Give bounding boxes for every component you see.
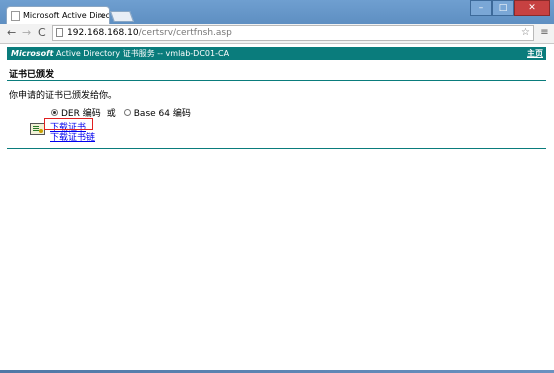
page-content: Microsoft Active Directory 证书服务 -- vmlab…	[0, 44, 554, 370]
close-window-button[interactable]: ✕	[514, 0, 550, 16]
page-title: 证书已颁发	[9, 70, 55, 80]
divider	[7, 148, 546, 149]
home-link[interactable]: 主页	[527, 47, 543, 60]
page-favicon-icon	[11, 11, 20, 21]
issued-message: 你申请的证书已颁发给你。	[9, 91, 118, 101]
maximize-button[interactable]: □	[492, 0, 514, 16]
minimize-button[interactable]: –	[470, 0, 492, 16]
certificate-icon	[30, 123, 45, 135]
browser-tab[interactable]: Microsoft Active Directo ×	[6, 6, 110, 24]
url-path: /certsrv/certfnsh.asp	[138, 28, 232, 38]
browser-toolbar: ← → C 192.168.168.10/certsrv/certfnsh.as…	[0, 24, 554, 44]
tab-title: Microsoft Active Directo	[23, 11, 110, 20]
bookmark-star-icon[interactable]: ☆	[521, 26, 530, 40]
forward-arrow-icon[interactable]: →	[22, 26, 31, 40]
highlight-box	[44, 118, 93, 130]
or-label: 或	[106, 109, 116, 119]
browser-title-bar: Microsoft Active Directo × – □ ✕	[0, 0, 554, 24]
certsrv-banner: Microsoft Active Directory 证书服务 -- vmlab…	[7, 47, 546, 60]
banner-service-name: Active Directory 证书服务 -- vmlab-DC01-CA	[53, 49, 230, 58]
base64-label: Base 64 编码	[133, 109, 191, 119]
banner-brand: Microsoft	[11, 49, 54, 58]
address-bar[interactable]: 192.168.168.10/certsrv/certfnsh.asp ☆	[52, 25, 534, 41]
back-arrow-icon[interactable]: ←	[7, 26, 16, 40]
url-host: 192.168.168.10	[67, 28, 139, 38]
download-certificate-chain-link[interactable]: 下载证书链	[50, 130, 95, 143]
reload-icon[interactable]: C	[38, 26, 46, 40]
divider	[7, 80, 546, 81]
base64-radio[interactable]	[123, 109, 131, 116]
page-icon	[56, 28, 63, 37]
window-controls: – □ ✕	[470, 0, 550, 18]
new-tab-button[interactable]	[109, 11, 135, 22]
banner-title: Microsoft Active Directory 证书服务 -- vmlab…	[11, 47, 229, 60]
tab-close-icon[interactable]: ×	[98, 7, 105, 24]
browser-menu-icon[interactable]: ≡	[540, 27, 549, 39]
der-radio[interactable]	[51, 109, 58, 116]
